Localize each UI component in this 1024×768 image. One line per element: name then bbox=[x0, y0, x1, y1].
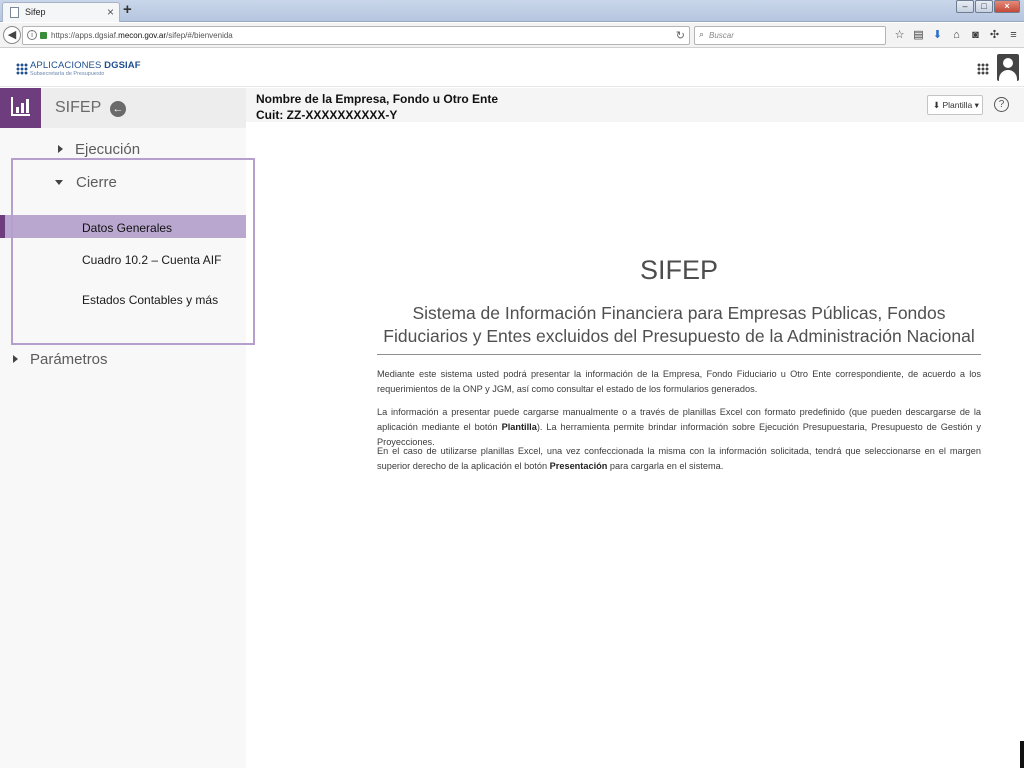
close-tab-icon[interactable]: × bbox=[107, 5, 114, 19]
page-title: SIFEP bbox=[639, 255, 719, 285]
download-icon[interactable]: ⬇ bbox=[928, 27, 947, 44]
page-edge-mark bbox=[1020, 741, 1024, 768]
highlight-frame bbox=[11, 158, 255, 345]
search-box[interactable]: ⌕ Buscar bbox=[694, 26, 886, 45]
minimize-icon[interactable]: – bbox=[956, 0, 974, 13]
dropdown-caret-icon: ▾ bbox=[974, 100, 979, 110]
browser-toolbar: ◀ i https://apps.dgsiaf.mecon.gov.ar/sif… bbox=[0, 23, 1024, 48]
home-icon[interactable]: ⌂ bbox=[947, 27, 966, 44]
reading-list-icon[interactable]: ▤ bbox=[909, 27, 928, 44]
entity-cuit: Cuit: ZZ-XXXXXXXXXX-Y bbox=[256, 108, 398, 122]
app-header: APLICACIONES DGSIAF Subsecretaría de Pre… bbox=[0, 49, 1024, 87]
bookmark-star-icon[interactable]: ☆ bbox=[890, 27, 909, 44]
download-icon: ⬇ bbox=[933, 100, 941, 110]
extension-icon[interactable]: ✣ bbox=[985, 27, 1004, 44]
page-icon bbox=[10, 7, 19, 18]
menu-item-ejecucion[interactable]: Ejecución bbox=[58, 141, 140, 158]
sidebar-title: SIFEP bbox=[55, 99, 102, 116]
window-close-icon[interactable]: × bbox=[994, 0, 1020, 13]
info-icon[interactable]: i bbox=[27, 30, 37, 40]
entity-name: Nombre de la Empresa, Fondo u Otro Ente bbox=[256, 92, 499, 106]
menu-item-parametros[interactable]: Parámetros bbox=[13, 351, 108, 368]
page-subtitle: Sistema de Información Financiera para E… bbox=[383, 303, 975, 346]
address-bar[interactable]: i https://apps.dgsiaf.mecon.gov.ar/sifep… bbox=[22, 26, 690, 45]
pocket-icon[interactable]: ◙ bbox=[966, 27, 985, 44]
content-header: Nombre de la Empresa, Fondo u Otro Ente … bbox=[246, 88, 1024, 122]
sidebar-header: SIFEP ← bbox=[0, 88, 246, 128]
search-placeholder: Buscar bbox=[709, 31, 734, 40]
menu-icon[interactable]: ≡ bbox=[1004, 27, 1023, 44]
search-icon: ⌕ bbox=[699, 29, 705, 39]
lock-icon[interactable] bbox=[40, 32, 47, 39]
window-controls: – □ × bbox=[955, 0, 1020, 13]
tab-title: Sifep bbox=[25, 7, 46, 17]
user-avatar-icon[interactable] bbox=[997, 54, 1019, 81]
sidebar: SIFEP ← Ejecución Cierre Datos Generales… bbox=[0, 88, 255, 768]
browser-toolbar-icons: ☆ ▤ ⬇ ⌂ ◙ ✣ ≡ bbox=[890, 27, 1023, 44]
apps-grid-icon[interactable] bbox=[977, 63, 989, 75]
app-logo-text[interactable]: APLICACIONES DGSIAF bbox=[30, 60, 141, 71]
collapse-arrow-icon[interactable]: ← bbox=[110, 101, 126, 117]
caret-right-icon bbox=[58, 145, 63, 153]
dgsiaf-logo-icon bbox=[16, 63, 28, 75]
browser-tab-bar: Sifep × + – □ × bbox=[0, 0, 1024, 22]
plantilla-button[interactable]: ⬇ Plantilla ▾ bbox=[927, 95, 983, 115]
help-icon[interactable]: ? bbox=[994, 97, 1009, 112]
maximize-icon[interactable]: □ bbox=[975, 0, 993, 13]
reload-icon[interactable]: ↻ bbox=[676, 29, 685, 42]
intro-paragraph-3: En el caso de utilizarse planillas Excel… bbox=[377, 446, 981, 471]
intro-paragraph-1: Mediante este sistema usted podrá presen… bbox=[377, 369, 981, 394]
sifep-chart-icon[interactable] bbox=[0, 88, 41, 128]
new-tab-icon[interactable]: + bbox=[123, 2, 132, 18]
caret-right-icon bbox=[13, 355, 18, 363]
app-logo-subtitle: Subsecretaría de Presupuesto bbox=[30, 71, 105, 77]
url-text[interactable]: https://apps.dgsiaf.mecon.gov.ar/sifep/#… bbox=[51, 31, 233, 40]
browser-tab[interactable]: Sifep × bbox=[2, 2, 120, 22]
divider bbox=[377, 354, 981, 355]
back-arrow-icon[interactable]: ◀ bbox=[3, 26, 21, 44]
